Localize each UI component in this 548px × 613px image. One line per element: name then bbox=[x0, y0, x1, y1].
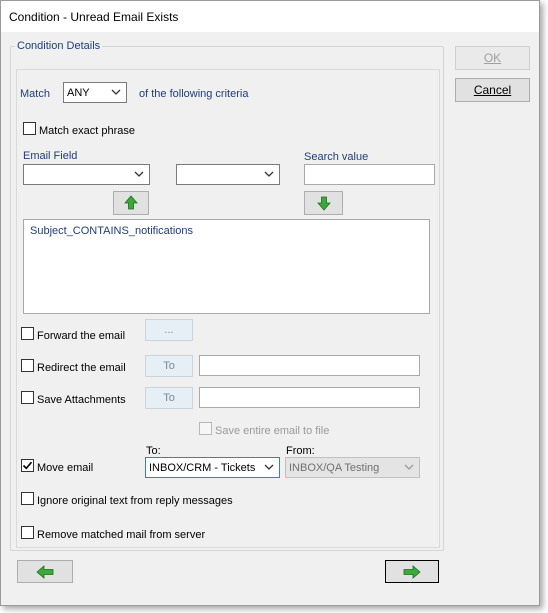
redirect-to-label: To bbox=[163, 360, 175, 372]
move-email-label: Move email bbox=[37, 462, 94, 474]
operator-select[interactable] bbox=[176, 164, 280, 185]
title-bar: Condition - Unread Email Exists bbox=[1, 1, 539, 32]
move-to-value: INBOX/CRM - Tickets bbox=[149, 462, 256, 474]
ok-button[interactable]: OK bbox=[455, 46, 530, 70]
move-email-checkbox[interactable] bbox=[21, 459, 34, 472]
remove-matched-label: Remove matched mail from server bbox=[37, 529, 206, 541]
next-button[interactable] bbox=[385, 560, 439, 583]
email-field-label: Email Field bbox=[23, 150, 78, 162]
save-entire-checkbox[interactable] bbox=[199, 422, 212, 435]
match-select-value: ANY bbox=[67, 87, 90, 99]
redirect-input[interactable] bbox=[199, 355, 420, 376]
cancel-button[interactable]: Cancel bbox=[455, 78, 530, 102]
chevron-down-icon bbox=[264, 171, 274, 177]
search-value-label: Search value bbox=[304, 151, 369, 163]
ok-button-label: OK bbox=[483, 51, 502, 65]
forward-browse-label: ... bbox=[164, 324, 174, 336]
chevron-down-icon bbox=[134, 171, 144, 177]
redirect-label: Redirect the email bbox=[37, 362, 126, 374]
match-select[interactable]: ANY bbox=[63, 82, 127, 103]
move-from-label: From: bbox=[286, 445, 315, 457]
save-attachments-to-label: To bbox=[163, 392, 175, 404]
arrow-up-icon bbox=[124, 195, 138, 210]
arrow-right-icon bbox=[403, 565, 421, 579]
email-field-select[interactable] bbox=[23, 164, 150, 185]
move-to-label: To: bbox=[146, 445, 161, 457]
save-attachments-to-button[interactable]: To bbox=[145, 387, 193, 409]
cancel-button-label: Cancel bbox=[473, 83, 512, 97]
chevron-down-icon bbox=[264, 464, 274, 470]
match-label: Match bbox=[20, 88, 50, 100]
chevron-down-icon bbox=[404, 464, 414, 470]
list-item[interactable]: Subject_CONTAINS_notifications bbox=[30, 225, 193, 237]
redirect-checkbox[interactable] bbox=[21, 359, 34, 372]
back-button[interactable] bbox=[17, 560, 73, 583]
ignore-original-checkbox[interactable] bbox=[21, 492, 34, 505]
match-exact-checkbox[interactable] bbox=[23, 122, 36, 135]
move-up-button[interactable] bbox=[113, 191, 149, 215]
save-attachments-checkbox[interactable] bbox=[21, 391, 34, 404]
forward-checkbox[interactable] bbox=[21, 327, 34, 340]
group-legend: Condition Details bbox=[15, 40, 103, 52]
save-attachments-input[interactable] bbox=[199, 387, 420, 408]
criteria-list[interactable]: Subject_CONTAINS_notifications bbox=[23, 219, 430, 314]
ignore-original-label: Ignore original text from reply messages bbox=[37, 495, 233, 507]
move-down-button[interactable] bbox=[304, 191, 343, 215]
arrow-down-icon bbox=[316, 196, 331, 211]
move-from-value: INBOX/QA Testing bbox=[289, 462, 380, 474]
chevron-down-icon bbox=[111, 89, 121, 95]
move-to-select[interactable]: INBOX/CRM - Tickets bbox=[145, 457, 280, 478]
remove-matched-checkbox[interactable] bbox=[21, 526, 34, 539]
save-entire-label: Save entire email to file bbox=[215, 425, 330, 437]
forward-browse-button[interactable]: ... bbox=[145, 319, 193, 341]
match-exact-label: Match exact phrase bbox=[39, 125, 135, 137]
search-value-input[interactable] bbox=[304, 164, 435, 185]
move-from-select[interactable]: INBOX/QA Testing bbox=[285, 457, 420, 478]
match-suffix: of the following criteria bbox=[139, 88, 249, 100]
forward-label: Forward the email bbox=[37, 330, 126, 342]
window-title: Condition - Unread Email Exists bbox=[9, 10, 179, 24]
checkmark-icon bbox=[22, 461, 33, 470]
redirect-to-button[interactable]: To bbox=[145, 355, 193, 377]
save-attachments-label: Save Attachments bbox=[37, 394, 126, 406]
arrow-left-icon bbox=[36, 565, 54, 579]
